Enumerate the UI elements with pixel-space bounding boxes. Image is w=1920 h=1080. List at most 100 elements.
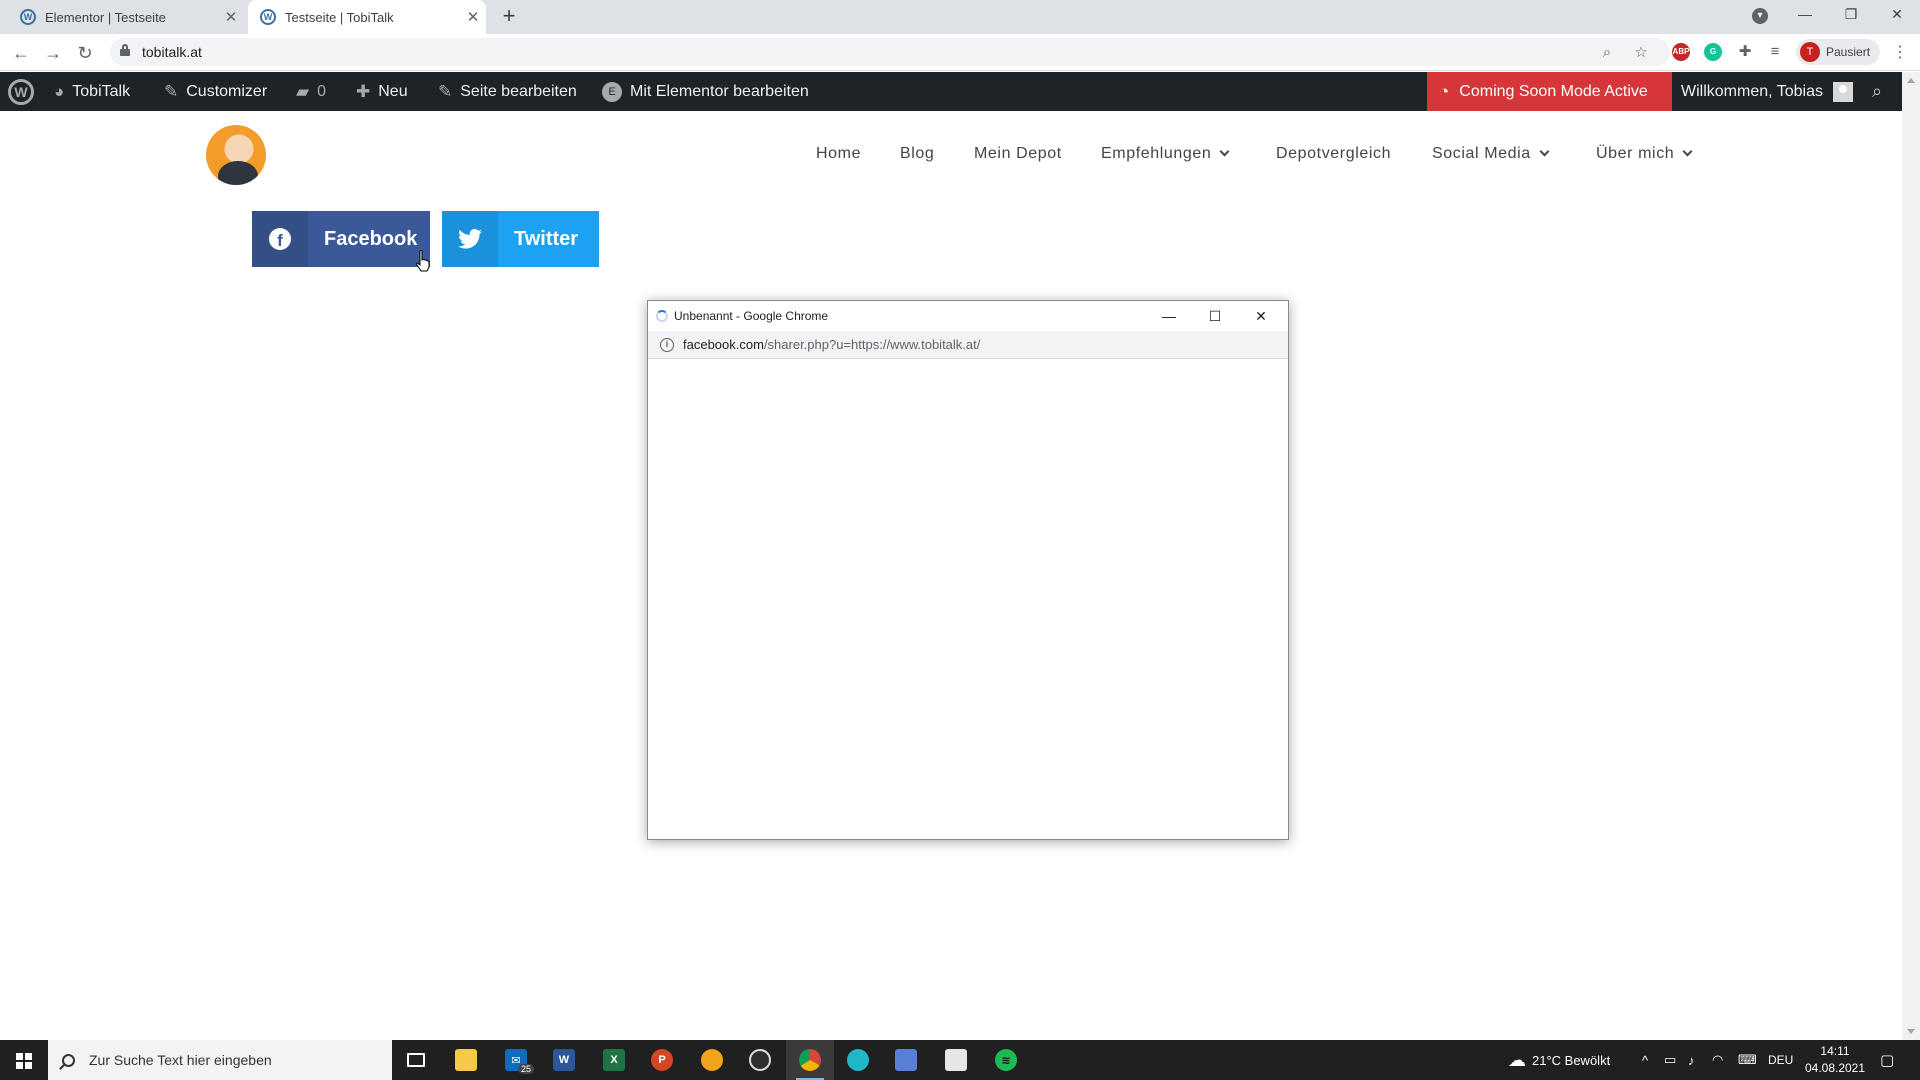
zoom-icon[interactable]: ⌕ <box>1598 44 1616 62</box>
file-explorer-icon[interactable] <box>442 1040 490 1080</box>
notification-icon[interactable]: ▢ <box>1880 1040 1894 1080</box>
volume-icon[interactable]: ♪ <box>1688 1040 1695 1080</box>
obs-icon[interactable] <box>736 1040 784 1080</box>
network-icon[interactable]: ▭ <box>1664 1040 1676 1080</box>
start-button[interactable] <box>0 1040 48 1080</box>
nav-item-ueber-mich[interactable]: Über mich <box>1596 145 1693 163</box>
weather-widget[interactable]: ☁ 21°C Bewölkt <box>1508 1040 1610 1080</box>
popup-maximize-button[interactable]: ☐ <box>1192 301 1238 331</box>
restore-window-button[interactable]: ❐ <box>1830 0 1872 30</box>
popup-close-button[interactable]: ✕ <box>1238 301 1284 331</box>
plus-icon: ✚ <box>356 81 371 101</box>
task-view-icon[interactable] <box>392 1040 440 1080</box>
edit-page-label: Seite bearbeiten <box>460 82 577 100</box>
weather-text: 21°C Bewölkt <box>1532 1052 1611 1068</box>
paint-icon[interactable] <box>882 1040 930 1080</box>
page-scrollbar[interactable] <box>1902 72 1920 1040</box>
wordpress-favicon-icon: W <box>20 9 36 25</box>
nav-item-home[interactable]: Home <box>816 145 861 163</box>
chrome-icon[interactable] <box>786 1040 834 1080</box>
edge-icon[interactable] <box>834 1040 882 1080</box>
wp-logo-menu[interactable]: W <box>8 72 34 111</box>
keyboard-icon[interactable]: ⌨ <box>1738 1040 1757 1080</box>
site-name-menu[interactable]: ◕ TobiTalk <box>54 72 130 111</box>
minimize-window-button[interactable]: — <box>1784 0 1826 30</box>
language-indicator[interactable]: DEU <box>1768 1040 1793 1080</box>
facebook-icon-box: f <box>252 211 308 267</box>
back-arrow-icon[interactable]: ← <box>8 40 34 66</box>
url-text[interactable]: tobitalk.at <box>142 44 202 60</box>
chevron-down-icon <box>1682 146 1693 157</box>
mail-icon[interactable]: ✉ 25 <box>492 1040 540 1080</box>
browser-toolbar: ← → ↻ tobitalk.at ⌕ ☆ ABP G ✚ ≡ T Pausie… <box>0 34 1920 71</box>
edit-elementor-link[interactable]: E Mit Elementor bearbeiten <box>602 72 809 111</box>
edit-page-link[interactable]: ✎ Seite bearbeiten <box>438 72 577 111</box>
scroll-down-icon[interactable] <box>1907 1029 1915 1034</box>
system-clock[interactable]: 14:11 04.08.2021 <box>1800 1043 1870 1077</box>
wordpress-logo-icon: W <box>8 78 34 105</box>
windows-taskbar: Zur Suche Text hier eingeben ✉ 25 W X P ≋… <box>0 1040 1920 1080</box>
popup-url-bar[interactable]: i facebook.com/sharer.php?u=https://www.… <box>648 331 1288 359</box>
app-icon[interactable] <box>688 1040 736 1080</box>
tab-search-icon[interactable]: ▾ <box>1752 8 1768 24</box>
twitter-icon-box <box>442 211 498 267</box>
reading-list-icon[interactable]: ≡ <box>1766 43 1784 61</box>
notepad-icon[interactable] <box>932 1040 980 1080</box>
share-popup-window[interactable]: Unbenannt - Google Chrome — ☐ ✕ i facebo… <box>647 300 1289 840</box>
new-label: Neu <box>378 82 408 100</box>
bookmark-star-icon[interactable]: ☆ <box>1632 44 1650 62</box>
info-icon[interactable]: i <box>660 337 674 352</box>
tab-elementor[interactable]: W Elementor | Testseite ✕ <box>8 0 244 34</box>
popup-url-host: facebook.com <box>683 337 764 352</box>
profile-status: Pausiert <box>1826 45 1871 59</box>
comments-link[interactable]: ▰ 0 <box>296 72 326 111</box>
user-avatar-icon <box>1832 81 1853 102</box>
coming-soon-label: Coming Soon Mode Active <box>1459 82 1648 100</box>
chevron-down-icon <box>1539 146 1550 157</box>
wifi-icon[interactable]: ◠ <box>1712 1040 1723 1080</box>
tab-close-icon[interactable]: ✕ <box>460 8 486 26</box>
address-bar[interactable]: tobitalk.at ⌕ ☆ <box>110 38 1670 66</box>
word-icon[interactable]: W <box>540 1040 588 1080</box>
new-tab-button[interactable]: + <box>496 4 522 30</box>
twitter-share-label: Twitter <box>514 227 579 250</box>
forward-arrow-icon[interactable]: → <box>40 40 66 66</box>
close-window-button[interactable]: ✕ <box>1876 0 1918 30</box>
spotify-icon[interactable]: ≋ <box>982 1040 1030 1080</box>
profile-button[interactable]: T Pausiert <box>1796 39 1880 65</box>
facebook-share-button[interactable]: f Facebook <box>252 211 430 267</box>
tab-close-icon[interactable]: ✕ <box>218 8 244 26</box>
new-content-menu[interactable]: ✚ Neu <box>356 72 408 111</box>
popup-url-path: /sharer.php?u=https://www.tobitalk.at/ <box>763 337 981 352</box>
taskbar-search-box[interactable]: Zur Suche Text hier eingeben <box>48 1040 392 1080</box>
extensions-puzzle-icon[interactable]: ✚ <box>1736 43 1754 61</box>
windows-logo-icon <box>16 1053 32 1069</box>
tab-title: Testseite | TobiTalk <box>285 9 394 25</box>
excel-icon[interactable]: X <box>590 1040 638 1080</box>
nav-item-blog[interactable]: Blog <box>900 145 934 163</box>
chrome-menu-icon[interactable]: ⋮ <box>1892 42 1908 62</box>
coming-soon-notice[interactable]: ◔ Coming Soon Mode Active <box>1427 72 1672 111</box>
nav-item-depotvergleich[interactable]: Depotvergleich <box>1276 145 1391 163</box>
powerpoint-icon[interactable]: P <box>638 1040 686 1080</box>
twitter-share-button[interactable]: Twitter <box>442 211 599 267</box>
account-menu[interactable]: Willkommen, Tobias <box>1681 72 1853 111</box>
popup-title-bar[interactable]: Unbenannt - Google Chrome — ☐ ✕ <box>648 301 1288 331</box>
scroll-up-icon[interactable] <box>1907 78 1915 83</box>
grammarly-extension-icon[interactable]: G <box>1704 43 1722 61</box>
popup-minimize-button[interactable]: — <box>1146 301 1192 331</box>
nav-item-social-media[interactable]: Social Media <box>1432 145 1550 163</box>
reload-icon[interactable]: ↻ <box>72 40 98 66</box>
nav-item-label: Social Media <box>1432 145 1531 162</box>
tab-testseite[interactable]: W Testseite | TobiTalk ✕ <box>248 0 486 34</box>
tray-chevron-icon[interactable]: ^ <box>1642 1040 1648 1080</box>
lock-icon[interactable] <box>120 44 130 56</box>
customizer-label: Customizer <box>186 82 268 100</box>
nav-item-empfehlungen[interactable]: Empfehlungen <box>1101 145 1230 163</box>
customizer-link[interactable]: ✎ Customizer <box>164 72 267 111</box>
admin-search-icon[interactable]: ⌕ <box>1872 72 1882 111</box>
site-logo[interactable] <box>206 125 266 185</box>
adblock-extension-icon[interactable]: ABP <box>1672 43 1690 61</box>
chevron-down-icon <box>1219 146 1230 157</box>
nav-item-mein-depot[interactable]: Mein Depot <box>974 145 1062 163</box>
